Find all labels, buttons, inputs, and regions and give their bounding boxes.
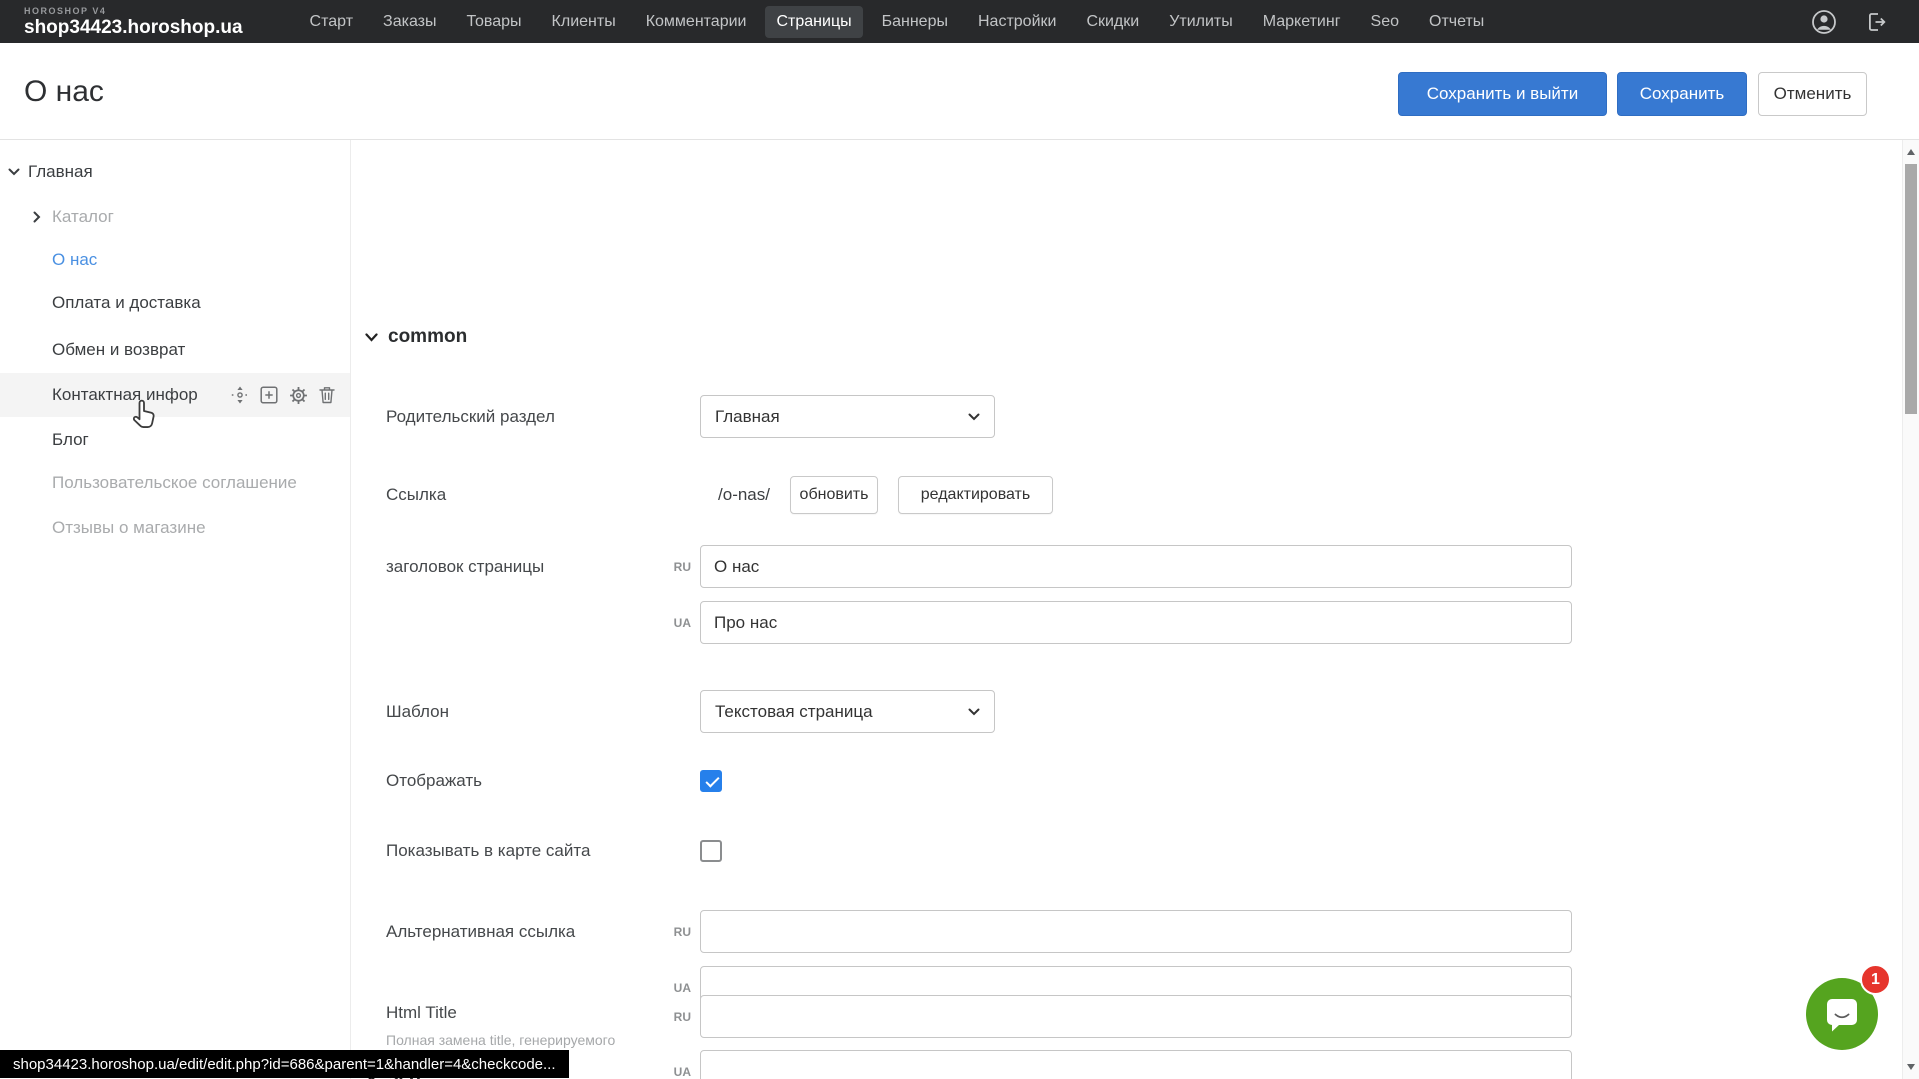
lang-tag-ua: UA <box>646 601 691 644</box>
page-title-ru-input[interactable] <box>700 545 1572 588</box>
add-page-icon[interactable] <box>260 386 278 404</box>
nav-seo[interactable]: Seo <box>1360 6 1410 38</box>
nav-start[interactable]: Старт <box>299 6 364 38</box>
topbar: HOROSHOP V4 shop34423.horoshop.ua Старт … <box>0 0 1919 43</box>
content-area: Главная Каталог О нас Оплата и доставка … <box>0 140 1919 1079</box>
page-title-ua-input[interactable] <box>700 601 1572 644</box>
display-checkbox[interactable] <box>700 770 722 792</box>
chevron-down-icon <box>968 708 980 716</box>
brand-logo[interactable]: HOROSHOP V4 shop34423.horoshop.ua <box>24 7 243 37</box>
alt-link-ru-input[interactable] <box>700 910 1572 953</box>
nav-utilities[interactable]: Утилиты <box>1158 6 1244 38</box>
sidebar-item-label: Каталог <box>52 207 114 227</box>
move-icon[interactable] <box>231 386 249 404</box>
settings-gear-icon[interactable] <box>289 386 308 405</box>
user-profile-icon[interactable] <box>1811 9 1837 35</box>
save-button[interactable]: Сохранить <box>1617 72 1747 116</box>
link-label: Ссылка <box>386 476 446 514</box>
brand-version: HOROSHOP V4 <box>24 7 243 16</box>
nav-banners[interactable]: Баннеры <box>871 6 959 38</box>
lang-tag-ru: RU <box>646 545 691 588</box>
main-nav: Старт Заказы Товары Клиенты Комментарии … <box>299 6 1496 38</box>
lang-tag-ru: RU <box>646 995 691 1038</box>
nav-comments[interactable]: Комментарии <box>635 6 758 38</box>
sitemap-checkbox[interactable] <box>700 840 722 862</box>
lang-tag-ru: RU <box>646 910 691 953</box>
sidebar-item-reviews[interactable]: Отзывы о магазине <box>0 506 350 550</box>
pagebar: О нас Сохранить и выйти Сохранить Отмени… <box>0 43 1919 140</box>
horoshop-admin-screen: HOROSHOP V4 shop34423.horoshop.ua Старт … <box>0 0 1919 1079</box>
sidebar-item-label: Обмен и возврат <box>52 340 185 360</box>
delete-trash-icon[interactable] <box>319 386 335 404</box>
link-edit-button[interactable]: редактировать <box>898 476 1053 514</box>
html-title-label: Html Title <box>386 1002 457 1024</box>
sitemap-label: Показывать в карте сайта <box>386 839 590 863</box>
nav-marketing[interactable]: Маркетинг <box>1252 6 1352 38</box>
alt-link-label: Альтернативная ссылка <box>386 910 575 953</box>
sidebar-item-contact[interactable]: Контактная инфор <box>0 373 350 417</box>
sidebar-item-label: Отзывы о магазине <box>52 518 206 538</box>
sidebar-item-label: Блог <box>52 430 89 450</box>
chevron-right-icon[interactable] <box>33 211 41 223</box>
sidebar-item-about[interactable]: О нас <box>0 238 350 282</box>
template-label: Шаблон <box>386 690 449 733</box>
select-value: Текстовая страница <box>715 702 873 722</box>
nav-products[interactable]: Товары <box>456 6 533 38</box>
parent-section-label: Родительский раздел <box>386 395 555 438</box>
page-title-label: заголовок страницы <box>386 545 544 588</box>
sidebar-item-catalog[interactable]: Каталог <box>0 195 350 239</box>
chat-unread-badge: 1 <box>1860 964 1891 995</box>
display-label: Отображать <box>386 769 482 793</box>
chevron-down-icon[interactable] <box>8 168 20 176</box>
chevron-down-icon <box>968 413 980 421</box>
nav-discounts[interactable]: Скидки <box>1075 6 1150 38</box>
pages-tree-sidebar: Главная Каталог О нас Оплата и доставка … <box>0 140 351 1079</box>
brand-domain: shop34423.horoshop.ua <box>24 18 243 37</box>
html-title-hint: Полная замена title, генерируемого <box>386 1032 615 1048</box>
sidebar-item-label: Контактная инфор <box>52 385 198 405</box>
sidebar-item-label: Главная <box>28 162 93 182</box>
chevron-down-icon <box>365 326 378 348</box>
scrollbar-thumb[interactable] <box>1905 164 1917 414</box>
page-title: О нас <box>24 43 104 140</box>
sidebar-item-home[interactable]: Главная <box>0 150 350 194</box>
scroll-up-arrow[interactable] <box>1907 149 1915 155</box>
page-edit-form: common Родительский раздел Главная Ссылк… <box>351 140 1902 1079</box>
vertical-scrollbar[interactable] <box>1902 140 1919 1079</box>
template-select[interactable]: Текстовая страница <box>700 690 995 733</box>
html-title-ru-input[interactable] <box>700 995 1572 1038</box>
select-value: Главная <box>715 407 780 427</box>
sidebar-item-exchange[interactable]: Обмен и возврат <box>0 328 350 372</box>
nav-settings[interactable]: Настройки <box>967 6 1067 38</box>
scroll-down-arrow[interactable] <box>1907 1064 1915 1070</box>
nav-reports[interactable]: Отчеты <box>1418 6 1495 38</box>
link-update-button[interactable]: обновить <box>790 476 878 514</box>
chat-bubble-icon <box>1822 994 1862 1034</box>
section-header-common[interactable]: common <box>365 326 467 348</box>
sidebar-item-label: Оплата и доставка <box>52 293 201 313</box>
section-title: common <box>388 326 467 348</box>
save-and-exit-button[interactable]: Сохранить и выйти <box>1398 72 1607 116</box>
tree-row-actions <box>231 373 335 417</box>
browser-status-bar: shop34423.horoshop.ua/edit/edit.php?id=6… <box>0 1050 569 1078</box>
nav-clients[interactable]: Клиенты <box>541 6 627 38</box>
html-title-ua-input[interactable] <box>700 1050 1572 1079</box>
sidebar-item-label: О нас <box>52 250 97 270</box>
sidebar-item-label: Пользовательское соглашение <box>52 473 297 493</box>
link-path-value: /o-nas/ <box>700 476 770 514</box>
chat-widget-button[interactable]: 1 <box>1806 978 1878 1050</box>
topbar-icons <box>1811 9 1919 35</box>
parent-section-select[interactable]: Главная <box>700 395 995 438</box>
sidebar-item-payment[interactable]: Оплата и доставка <box>0 281 350 325</box>
lang-tag-ua: UA <box>646 1050 691 1079</box>
logout-icon[interactable] <box>1865 10 1889 34</box>
sidebar-item-blog[interactable]: Блог <box>0 418 350 462</box>
cancel-button[interactable]: Отменить <box>1758 72 1867 116</box>
nav-pages[interactable]: Страницы <box>765 6 862 38</box>
sidebar-item-agreement[interactable]: Пользовательское соглашение <box>0 461 350 505</box>
nav-orders[interactable]: Заказы <box>372 6 447 38</box>
